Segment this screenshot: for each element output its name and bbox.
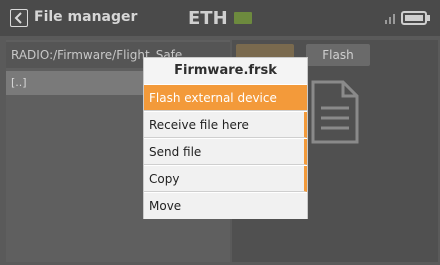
page-title: File manager — [34, 9, 138, 25]
battery-tip — [427, 15, 430, 21]
flash-button[interactable]: Flash — [306, 44, 370, 66]
top-bar: File manager ETH — [0, 0, 440, 36]
menu-item-send-file[interactable]: Send file — [144, 139, 307, 165]
chevron-left-icon — [14, 12, 22, 24]
menu-item-copy[interactable]: Copy — [144, 166, 307, 192]
document-icon — [311, 80, 359, 144]
menu-item-receive-file[interactable]: Receive file here — [144, 112, 307, 138]
signal-icon — [385, 14, 395, 24]
svg-text:ETH: ETH — [188, 8, 228, 28]
menu-title: Firmware.frsk — [144, 58, 307, 84]
ethos-logo: ETH — [188, 8, 228, 28]
menu-item-move[interactable]: Move — [144, 193, 307, 219]
battery-icon — [401, 11, 427, 25]
context-menu: Firmware.frsk Flash external device Rece… — [143, 57, 308, 219]
menu-item-flash-external-device[interactable]: Flash external device — [144, 85, 307, 111]
logo-badge — [234, 12, 252, 24]
back-button[interactable] — [10, 9, 28, 27]
